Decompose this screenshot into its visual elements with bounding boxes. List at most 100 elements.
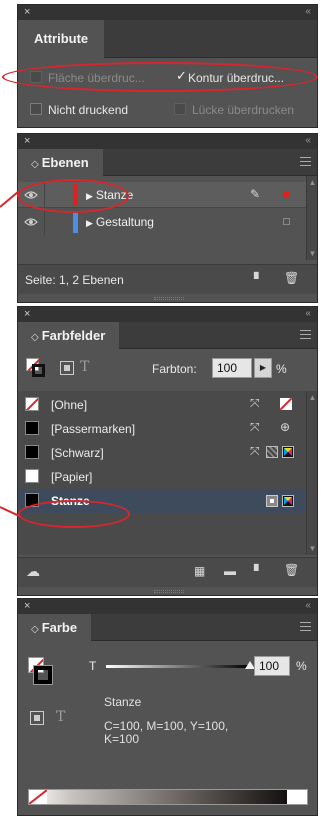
swatch-view-icon[interactable]: ▦ [194, 564, 205, 578]
layer-color-indicator [73, 211, 78, 233]
scrollbar[interactable]: ▲ ▼ [306, 176, 317, 260]
tab-farbe[interactable]: ◇ Farbe [18, 614, 92, 641]
tab-farbfelder[interactable]: ◇ Farbfelder [18, 322, 120, 349]
scroll-down-icon[interactable]: ▼ [308, 544, 317, 553]
tint-dropdown-button[interactable]: ▶ [254, 358, 272, 378]
tab-bar: ◇ Farbfelder [18, 322, 317, 349]
swatch-none-chip [25, 397, 39, 411]
fill-stroke-icon[interactable] [28, 657, 54, 685]
panel-header: × ‹‹ [18, 134, 317, 149]
tab-bar: ◇ Ebenen [18, 149, 317, 176]
tab-ebenen[interactable]: ◇ Ebenen [18, 149, 103, 176]
layer-row[interactable]: ▶ Gestaltung [18, 209, 306, 235]
scroll-up-icon[interactable]: ▲ [308, 178, 317, 187]
luecke-ueberdrucken-label: Lücke überdrucken [192, 103, 295, 117]
eye-icon[interactable] [24, 215, 38, 229]
tint-input[interactable]: 100 [254, 656, 290, 676]
swatch-row-passermarken[interactable]: [Passermarken] ⤧ ⊕ [18, 417, 306, 440]
tab-attribute[interactable]: Attribute [18, 20, 105, 58]
trash-icon[interactable]: 🗑 [284, 271, 299, 285]
tab-toggle-icon: ◇ [31, 332, 39, 343]
panel-header: × ‹‹ [18, 307, 317, 322]
none-color-icon[interactable] [29, 790, 47, 804]
collapse-icon[interactable]: ‹‹ [305, 600, 311, 611]
tab-bar: ◇ Farbe [18, 614, 317, 641]
white-swatch[interactable] [287, 790, 307, 804]
annotation-ellipse-layer [17, 179, 129, 213]
cmyk-values-line2: K=100 [104, 732, 140, 746]
resize-grip[interactable] [154, 590, 184, 593]
close-icon[interactable]: × [24, 600, 30, 612]
tint-slider[interactable] [106, 661, 255, 669]
annotation-ellipse-swatch [18, 500, 130, 528]
swatch-list: [Ohne] ⤧ [Passermarken] ⤧ ⊕ [Schwarz] ⤧ … [18, 391, 306, 555]
swatch-row-ohne[interactable]: [Ohne] ⤧ [18, 393, 306, 416]
swatch-chip [25, 445, 39, 459]
ebenen-panel: × ‹‹ ◇ Ebenen ▶ Stanze ✎ ▶ Gestaltung ▲ ▼ S… [17, 133, 318, 303]
format-container-icon[interactable] [60, 361, 74, 375]
scroll-down-icon[interactable]: ▼ [308, 249, 317, 258]
farbe-panel: × ‹‹ ◇ Farbe T T 100 % Stanze C=100, M=10… [17, 598, 318, 816]
tab-bar: Attribute [18, 20, 317, 58]
registration-icon: ⊕ [280, 420, 291, 434]
new-swatch-icon[interactable]: ▘ [254, 564, 263, 578]
non-editable-icon: ⤧ [250, 420, 260, 434]
tint-label: T [89, 659, 97, 673]
close-icon[interactable]: × [24, 6, 30, 18]
pen-icon: ✎ [250, 187, 261, 201]
panel-header: × ‹‹ [18, 599, 317, 614]
non-editable-icon: ⤧ [250, 444, 260, 458]
panel-menu-icon[interactable] [300, 157, 311, 166]
trash-icon[interactable]: 🗑 [284, 563, 299, 577]
collapse-icon[interactable]: ‹‹ [305, 308, 311, 319]
tab-toggle-icon: ◇ [31, 159, 39, 170]
panel-menu-icon[interactable] [300, 330, 311, 339]
cmyk-values: C=100, M=100, Y=100, [104, 719, 229, 733]
new-layer-icon[interactable]: ▘ [254, 272, 263, 286]
cmyk-icon [282, 495, 294, 507]
spot-color-icon [266, 495, 278, 507]
new-group-folder-icon[interactable]: ▬ [224, 564, 236, 578]
farbfelder-panel: × ‹‹ ◇ Farbfelder T Farbton: 100 ▶ % [Ohn… [17, 306, 318, 596]
cloud-library-icon[interactable]: ☁ [26, 563, 40, 580]
layers-status: Seite: 1, 2 Ebenen [25, 273, 124, 287]
tab-toggle-icon: ◇ [31, 624, 39, 635]
fill-stroke-icon[interactable] [26, 358, 46, 378]
collapse-icon[interactable]: ‹‹ [305, 135, 311, 146]
collapse-icon[interactable]: ‹‹ [305, 6, 311, 17]
format-container-icon[interactable] [30, 711, 44, 725]
tint-input[interactable]: 100 [212, 358, 252, 378]
panel-menu-icon[interactable] [300, 622, 311, 631]
format-text-icon[interactable]: T [56, 709, 65, 725]
luecke-ueberdrucken-checkbox[interactable] [174, 103, 186, 115]
tint-unit: % [296, 659, 307, 673]
cmyk-icon [282, 446, 294, 458]
close-icon[interactable]: × [24, 308, 30, 320]
expand-triangle-icon[interactable]: ▶ [86, 218, 93, 228]
color-ramp[interactable] [28, 789, 308, 805]
format-text-icon[interactable]: T [80, 359, 89, 375]
nicht-druckend-label: Nicht druckend [48, 103, 129, 117]
swatch-row-papier[interactable]: [Papier] [18, 465, 306, 488]
swatch-name: Stanze [104, 695, 142, 709]
layer-name: ▶ Gestaltung [86, 215, 154, 229]
swatch-row-schwarz[interactable]: [Schwarz] ⤧ [18, 441, 306, 464]
process-color-icon [266, 446, 278, 458]
panel-footer: ☁ ▦ ▬ ▘ 🗑 [18, 557, 317, 587]
non-editable-icon: ⤧ [250, 396, 260, 410]
swatch-chip [25, 421, 39, 435]
annotation-ellipse-attribute [2, 62, 318, 92]
layer-selection-square[interactable] [283, 191, 290, 198]
swatch-chip [25, 469, 39, 483]
divider [44, 209, 45, 235]
tint-label: Farbton: [152, 362, 197, 376]
nicht-druckend-checkbox[interactable] [30, 103, 42, 115]
resize-grip[interactable] [154, 297, 184, 300]
tint-unit: % [276, 362, 287, 376]
scrollbar[interactable]: ▲ ▼ [306, 391, 317, 555]
panel-footer: Seite: 1, 2 Ebenen ▘ 🗑 [18, 264, 317, 294]
scroll-up-icon[interactable]: ▲ [308, 393, 317, 402]
none-color-icon [280, 398, 292, 410]
layer-selection-square[interactable] [283, 218, 290, 225]
close-icon[interactable]: × [24, 135, 30, 147]
